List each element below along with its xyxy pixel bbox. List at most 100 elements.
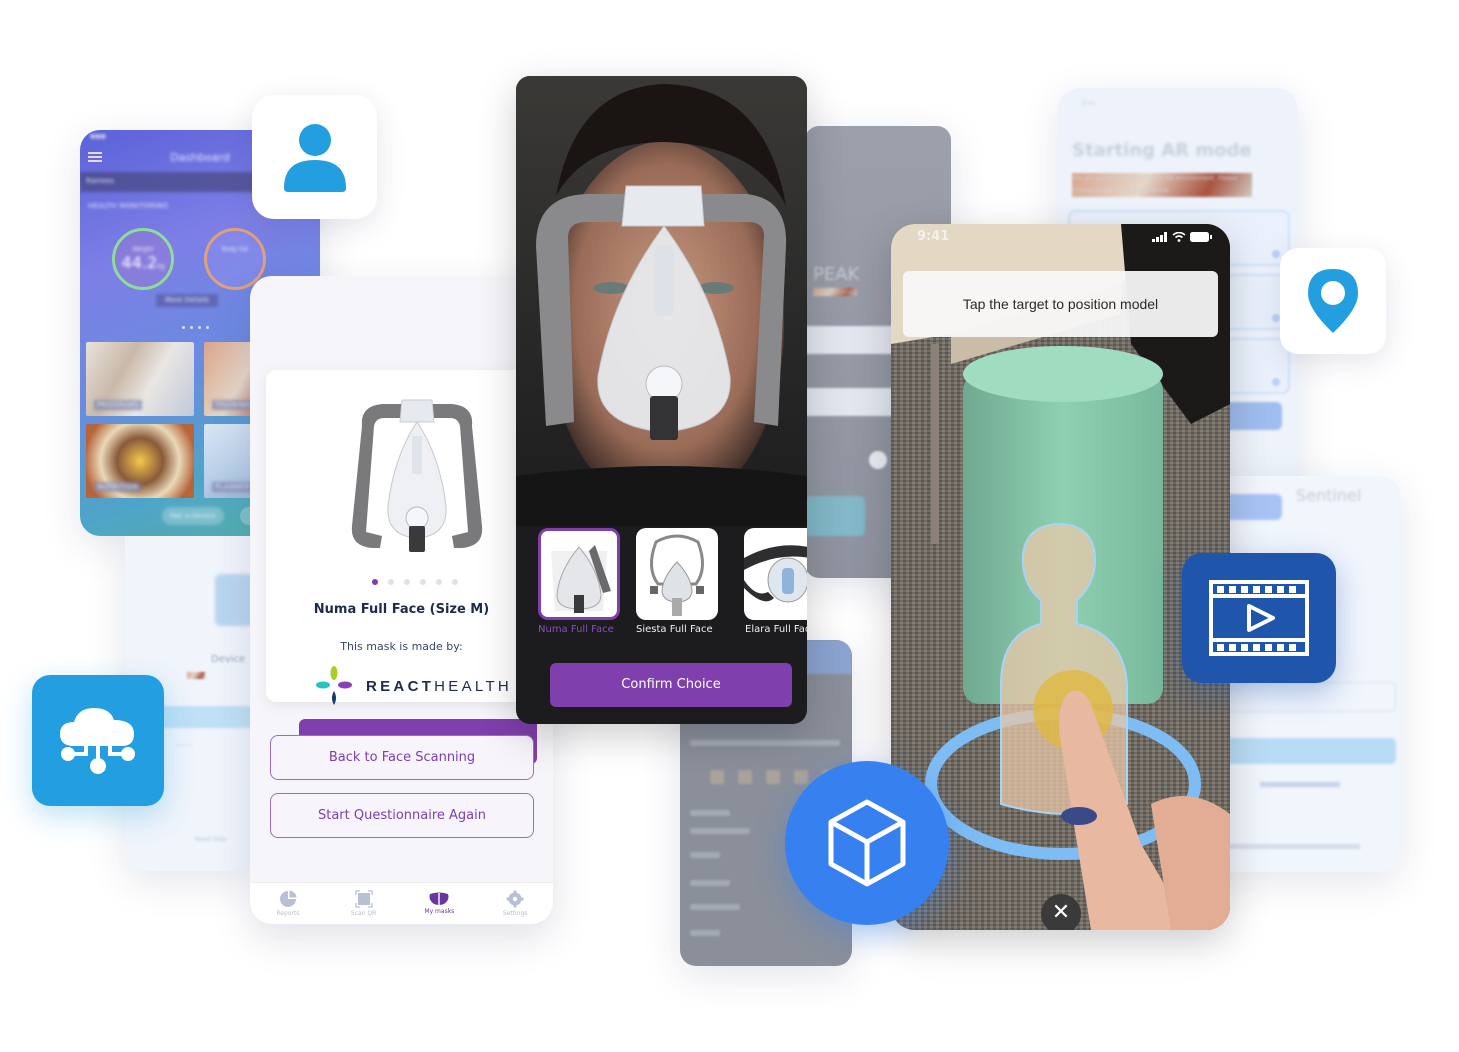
data-chip: [710, 770, 724, 784]
data-chip: [766, 770, 780, 784]
device-primary-button[interactable]: [150, 706, 255, 728]
body-fat-label: Body Fat: [222, 245, 248, 253]
user-icon: [283, 124, 346, 192]
location-pin-icon: [1308, 269, 1358, 333]
close-button[interactable]: ✕: [1041, 894, 1081, 930]
weight-gauge: Weight 44.2kg: [112, 228, 174, 290]
status-time: 9:41: [917, 229, 950, 244]
pair-device-button[interactable]: Pair a Device: [162, 507, 224, 525]
data-chip: [738, 770, 752, 784]
carousel-dots[interactable]: [372, 579, 458, 585]
weight-label: Weight: [132, 246, 154, 253]
username-field[interactable]: [805, 326, 895, 354]
login-button[interactable]: [805, 496, 865, 536]
status-icons: [1152, 232, 1212, 242]
tab-label: My masks: [424, 908, 455, 915]
device-secondary-link[interactable]: ———: [175, 742, 255, 752]
login-brand: Sentinel: [1296, 486, 1362, 505]
carousel-dot[interactable]: [420, 579, 426, 585]
carousel-dot[interactable]: [436, 579, 442, 585]
data-row: [690, 930, 720, 936]
ar-mode-title: Starting AR mode: [1072, 140, 1252, 161]
menu-icon[interactable]: [88, 152, 102, 162]
gear-icon: [506, 890, 524, 908]
qr-scan-icon: [354, 890, 373, 908]
video-tile: [1182, 553, 1336, 683]
tab-label: Settings: [502, 910, 528, 917]
user-profile-tile: [252, 95, 377, 219]
mask-option-siesta[interactable]: [636, 528, 718, 620]
made-by-label: This mask is made by:: [340, 640, 463, 653]
numa-mask-thumbnail: [551, 545, 611, 613]
data-row: [690, 740, 840, 746]
tile-programs[interactable]: PROGRAMS: [86, 342, 194, 416]
signal-icon: [1152, 232, 1167, 242]
manufacturer-logo: REACTHEALTH: [316, 666, 512, 706]
location-tile: [1280, 248, 1386, 354]
data-row: [690, 904, 740, 910]
3d-model-tile: [785, 761, 949, 925]
signup-link[interactable]: [1220, 844, 1360, 849]
pie-chart-icon: [279, 890, 297, 907]
carousel-dot[interactable]: [452, 579, 458, 585]
carousel-dot[interactable]: [388, 579, 394, 585]
mask-option-elara[interactable]: [744, 528, 807, 620]
tab-scan-qr[interactable]: Scan QR: [326, 883, 402, 924]
cube-3d-icon: [828, 799, 906, 887]
data-chip: [794, 770, 808, 784]
toggle-knob[interactable]: [869, 451, 887, 469]
peak-brand: PEAK: [813, 264, 860, 285]
mask-option-label: Numa Full Face: [538, 624, 614, 635]
tab-reports[interactable]: Reports: [250, 883, 326, 924]
carousel-dot-active[interactable]: [372, 579, 378, 585]
confirm-choice-button[interactable]: Confirm Choice: [550, 663, 792, 707]
tab-label: Scan QR: [350, 910, 377, 917]
mask-try-on-screen: Numa Full Face Siesta Full Face Elara Fu…: [516, 76, 807, 724]
instruction-toast: Tap the target to position model: [903, 271, 1218, 337]
page-dots: [182, 326, 209, 329]
dashboard-title: Dashboard: [170, 150, 230, 164]
mask-option-label: Elara Full Face: [745, 624, 807, 635]
bottom-tab-bar: Reports Scan QR My masks Settings: [250, 882, 553, 924]
tile-nutrition[interactable]: NUTRITION: [86, 424, 194, 498]
back-to-face-scanning-button[interactable]: Back to Face Scanning: [270, 735, 534, 780]
mask-icon: [429, 892, 449, 905]
battery-icon: [1190, 232, 1212, 242]
cloud-network-icon: [60, 707, 135, 774]
siesta-mask-thumbnail: [650, 534, 704, 616]
weight-value: 44.2kg: [121, 253, 165, 272]
data-row: [690, 828, 750, 834]
manufacturer-name: REACTHEALTH: [366, 677, 513, 695]
close-icon: ✕: [1051, 900, 1071, 925]
tab-my-masks[interactable]: My masks: [402, 883, 478, 924]
face-with-mask-image: [516, 76, 807, 526]
peak-subtitle: Performance: [813, 288, 858, 296]
device-title: Device: [211, 654, 246, 665]
mask-name: Numa Full Face (Size M): [313, 602, 490, 617]
more-details-button[interactable]: More Details: [156, 294, 218, 307]
help-link[interactable]: Need Help: [195, 836, 226, 843]
data-row: [690, 810, 730, 816]
tab-settings[interactable]: Settings: [477, 883, 553, 924]
status-bar: 9:41: [1082, 100, 1096, 107]
mask-option-numa[interactable]: [538, 528, 620, 620]
data-row: [690, 852, 720, 858]
data-row: [690, 880, 730, 886]
cloud-network-tile: [32, 675, 164, 806]
start-questionnaire-again-button[interactable]: Start Questionnaire Again: [270, 793, 534, 838]
react-health-logo-icon: [316, 666, 352, 705]
device-status: ———: [187, 672, 205, 679]
mask-option-label: Siesta Full Face: [636, 624, 713, 635]
login-submit-button[interactable]: [1220, 738, 1396, 764]
password-field[interactable]: [805, 388, 895, 416]
forgot-link[interactable]: [1260, 782, 1340, 787]
login-field[interactable]: [1220, 682, 1396, 712]
video-play-icon: [1209, 580, 1309, 656]
carousel-dot[interactable]: [404, 579, 410, 585]
device-box-icon: [215, 574, 253, 626]
wifi-icon: [1172, 232, 1186, 242]
elara-mask-thumbnail: [744, 545, 807, 603]
mask-result-screen: Numa Full Face (Size M) This mask is mad…: [250, 276, 553, 924]
tab-label: Reports: [276, 910, 300, 917]
ar-mode-description: You are going to enter into our AR envir…: [1072, 173, 1252, 197]
